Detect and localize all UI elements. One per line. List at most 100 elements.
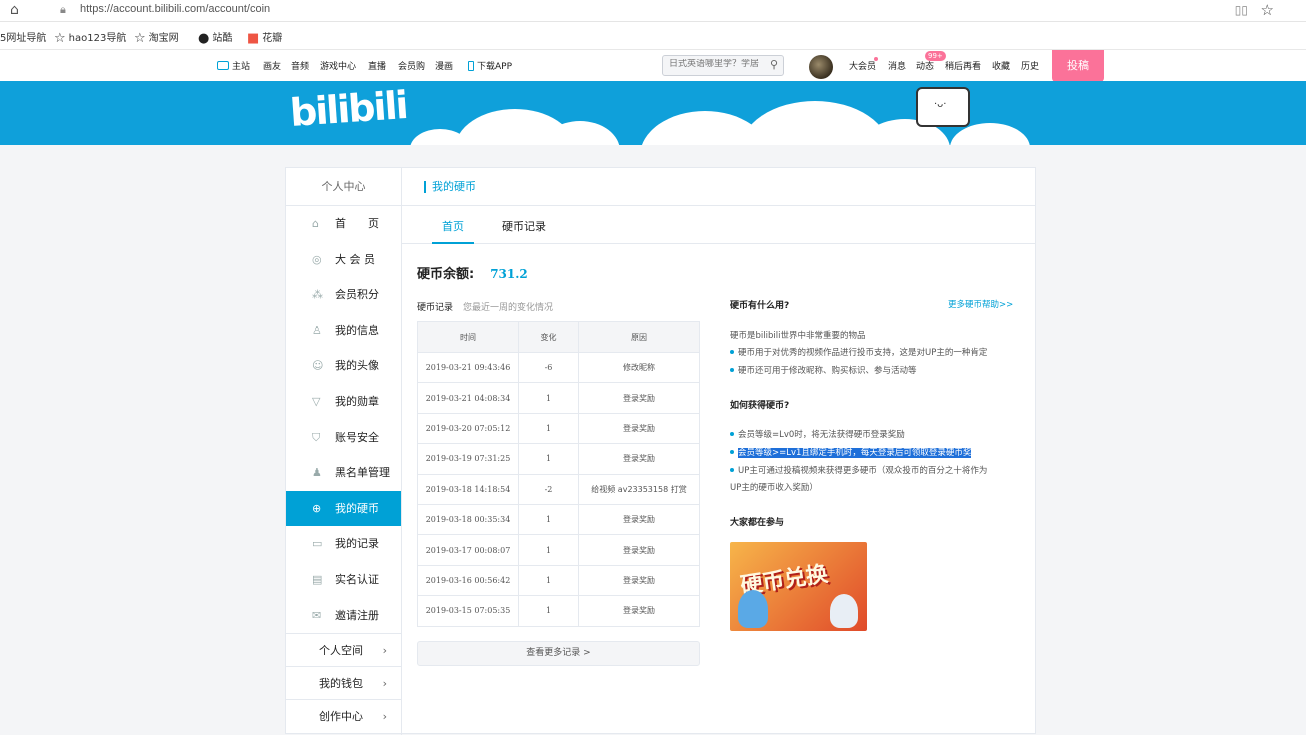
cell-reason: 登录奖励: [578, 534, 700, 566]
mascot-22-icon: [738, 590, 768, 628]
nav-favorites[interactable]: 收藏: [992, 59, 1010, 72]
coin-balance-value: 731.2: [490, 267, 528, 281]
nav-history[interactable]: 历史: [1021, 59, 1039, 72]
chevron-right-icon: ›: [382, 644, 387, 658]
cell-change: -6: [518, 351, 579, 384]
sidebar-item-info[interactable]: ♙ 我的信息: [286, 313, 401, 349]
tab-home[interactable]: 首页: [442, 218, 464, 234]
page-title: 我的硬币: [402, 168, 1036, 206]
table-row: 2019-03-20 07:05:12 1 登录奖励: [417, 412, 700, 445]
nav-live[interactable]: 直播: [368, 59, 386, 72]
chevron-right-icon: ›: [382, 677, 387, 691]
tab-bar: 首页 硬币记录: [402, 206, 1036, 244]
cell-change: 1: [518, 564, 579, 597]
search-icon[interactable]: ⚲: [770, 58, 778, 71]
records-heading: 硬币记录 您最近一周的变化情况: [417, 303, 554, 313]
view-more-records-button[interactable]: 查看更多记录 >: [417, 641, 700, 666]
tv-mascot-icon: ·ᴗ·: [916, 87, 970, 127]
sidebar-group-wallet[interactable]: 我的钱包 ›: [286, 666, 401, 699]
user-icon: ♙: [312, 323, 322, 337]
chevron-right-icon: ›: [382, 710, 387, 724]
sidebar-item-invite[interactable]: ✉ 邀请注册: [286, 598, 401, 634]
sidebar-item-avatar[interactable]: ☺ 我的头像: [286, 348, 401, 384]
bookmark-5wangzhi[interactable]: 5网址导航: [0, 29, 46, 44]
nav-game-center[interactable]: 游戏中心: [320, 59, 356, 72]
nav-mall[interactable]: 会员购: [398, 59, 425, 72]
sidebar-item-home[interactable]: ⌂ 首 页: [286, 206, 401, 242]
sidebar-item-coins[interactable]: ⊕ 我的硬币: [286, 490, 401, 527]
sidebar-item-security[interactable]: ⛉ 账号安全: [286, 420, 401, 456]
cell-reason: 给视频 av23353158 打赏: [578, 473, 700, 505]
points-icon: ⁂: [312, 288, 323, 302]
column-header-change: 变化: [518, 321, 579, 353]
bilibili-logo[interactable]: bilibili: [289, 83, 408, 135]
nav-watch-later[interactable]: 稍后再看: [945, 59, 981, 72]
coin-balance: 硬币余额: 731.2: [417, 267, 528, 282]
cell-reason: 登录奖励: [578, 564, 700, 597]
upload-button[interactable]: 投稿: [1052, 50, 1104, 82]
search-input[interactable]: [669, 59, 761, 69]
cell-time: 2019-03-21 04:08:34: [417, 382, 519, 414]
home-icon[interactable]: ⌂: [10, 2, 19, 18]
sidebar-group-creator[interactable]: 创作中心 ›: [286, 699, 401, 732]
bullet-icon: [730, 468, 734, 472]
sidebar-item-points[interactable]: ⁂ 会员积分: [286, 277, 401, 313]
coin-earn-heading: 如何获得硬币?: [730, 401, 790, 411]
sidebar-item-records[interactable]: ▭ 我的记录: [286, 526, 401, 562]
zcool-icon: ●: [198, 30, 210, 46]
coin-earn-point: 会员等级>=Lv1且绑定手机时，每天登录后可领取登录硬币奖: [730, 446, 972, 458]
sidebar-group-space[interactable]: 个人空间 ›: [286, 633, 401, 666]
coin-exchange-promo-banner[interactable]: 硬币兑换: [730, 542, 867, 631]
nav-main[interactable]: 主站: [217, 59, 250, 72]
sidebar-item-blacklist[interactable]: ♟ 黑名单管理: [286, 455, 401, 491]
home-icon: ⌂: [312, 217, 319, 230]
cell-reason: 登录奖励: [578, 595, 700, 627]
nav-audio[interactable]: 音频: [291, 59, 309, 72]
sidebar-item-vip[interactable]: ◎ 大 会 员: [286, 242, 401, 278]
bullet-icon: [730, 432, 734, 436]
records-subtitle: 您最近一周的变化情况: [463, 303, 554, 313]
bullet-icon: [730, 368, 734, 372]
nav-vip[interactable]: 大会员: [849, 59, 876, 72]
huaban-icon: ■: [247, 30, 260, 46]
bookmark-hao123[interactable]: ☆ hao123导航: [54, 29, 126, 46]
nav-download-app[interactable]: 下载APP: [468, 59, 512, 72]
coin-usage-heading: 硬币有什么用?: [730, 301, 790, 311]
site-top-nav: 主站 画友 音频 游戏中心 直播 会员购 漫画 下载APP ⚲ 大会员 消息 动…: [0, 50, 1306, 82]
sidebar-item-realname[interactable]: ▤ 实名认证: [286, 562, 401, 598]
nav-manga[interactable]: 漫画: [435, 59, 453, 72]
cell-time: 2019-03-21 09:43:46: [417, 351, 519, 384]
cell-time: 2019-03-20 07:05:12: [417, 412, 519, 445]
main-content: 我的硬币 首页 硬币记录 硬币余额: 731.2 硬币记录 您最近一周的变化情况 时…: [402, 168, 1036, 735]
cell-change: 1: [518, 503, 579, 536]
active-tab-indicator: [432, 242, 474, 244]
lock-icon: 🔒︎: [60, 3, 66, 16]
avatar[interactable]: [809, 55, 833, 79]
avatar-icon: ☺: [312, 359, 324, 373]
bookmark-huaban[interactable]: ■ 花瓣: [247, 29, 282, 46]
bookmark-star-icon[interactable]: ☆: [1261, 1, 1274, 19]
nav-huayou[interactable]: 画友: [263, 59, 281, 72]
url-field[interactable]: https://account.bilibili.com/account/coi…: [80, 3, 270, 15]
more-coin-help-link[interactable]: 更多硬币帮助>>: [948, 298, 1013, 310]
blacklist-icon: ♟: [312, 466, 322, 480]
notification-dot: [874, 57, 878, 61]
cell-change: 1: [518, 534, 579, 566]
cell-reason: 登录奖励: [578, 382, 700, 414]
nav-messages[interactable]: 消息: [888, 59, 906, 72]
bullet-icon: [730, 350, 734, 354]
sidebar-title: 个人中心: [286, 168, 401, 206]
sidebar-item-medal[interactable]: ▽ 我的勋章: [286, 384, 401, 420]
cell-change: -2: [518, 473, 579, 505]
search-box: ⚲: [662, 55, 784, 76]
tab-coin-records[interactable]: 硬币记录: [502, 218, 546, 234]
coin-icon: ⊕: [312, 501, 322, 515]
tv-icon: [217, 61, 229, 70]
coin-usage-intro: 硬币是bilibili世界中非常重要的物品: [730, 331, 866, 341]
reader-icon[interactable]: ▯▯: [1235, 3, 1248, 17]
bookmark-taobao[interactable]: ☆ 淘宝网: [134, 29, 179, 46]
header-banner: bilibili ·ᴗ·: [0, 81, 1306, 145]
bookmark-zcool[interactable]: ● 站酷: [198, 29, 232, 46]
mascot-33-icon: [830, 594, 858, 628]
cell-time: 2019-03-18 00:35:34: [417, 503, 519, 536]
